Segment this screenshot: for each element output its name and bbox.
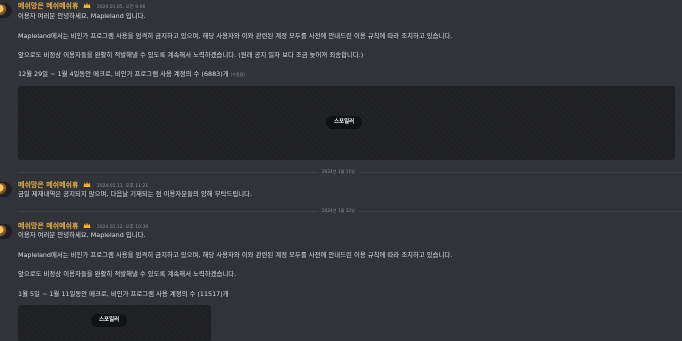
message-line: Mapleland에서는 비인가 프로그램 사용을 엄격히 금지하고 있으며, … [18, 32, 453, 40]
spoiler-button[interactable]: 스포일러 [326, 116, 363, 129]
avatar[interactable] [0, 3, 12, 18]
edited-label: (수정됨) [230, 72, 245, 77]
crown-icon [83, 222, 91, 228]
message-line: Mapleland에서는 비인가 프로그램 사용을 엄격히 금지하고 있으며, … [18, 251, 453, 259]
message-line: 앞으로도 비정상 이용자들을 완활히 적발해낼 수 있도록 계속해서 노력하겠습… [18, 51, 364, 59]
avatar[interactable] [0, 224, 12, 239]
timestamp: 2024.01.11. 오후 11:21 [96, 184, 149, 189]
message-line: 12월 29일 ~ 1월 4일동안 메크로, 비인가 프로그램 사용 계정의 수… [18, 70, 245, 79]
username[interactable]: 메쉬망은 메쉬메쉬휴 [18, 181, 78, 189]
spoiler-button[interactable]: 스포일러 [91, 314, 128, 327]
avatar[interactable] [0, 182, 12, 197]
message-line: 금일 제재내역은 공지되지 않으며, 다음날 기재되는 점 이용자분들의 양해 … [18, 190, 253, 198]
message-line: 1월 5일 ~ 1월 11일동안 메크로, 비인가 프로그램 사용 계정의 수 … [18, 290, 229, 298]
message-header: 메쉬망은 메쉬메쉬휴 2024.01.05. 오전 9:06 [18, 2, 145, 12]
username[interactable]: 메쉬망은 메쉬메쉬휴 [18, 2, 78, 10]
timestamp: 2024.01.05. 오전 9:06 [96, 5, 146, 10]
message-text: 12월 29일 ~ 1월 4일동안 메크로, 비인가 프로그램 사용 계정의 수… [18, 70, 229, 78]
message-line: 이용자 여러분 안녕하세요, Mapleland 입니다. [18, 231, 146, 239]
spoiler-attachment[interactable]: 스포일러 [18, 305, 211, 341]
date-divider-label: 2024년 1월 12일 [318, 208, 359, 214]
spoiler-attachment[interactable]: 스포일러 [18, 86, 675, 160]
message-line: 앞으로도 비정상 이용자들을 완활히 적발해낼 수 있도록 계속해서 노력하겠습… [18, 270, 237, 278]
username[interactable]: 메쉬망은 메쉬메쉬휴 [18, 222, 78, 230]
message-line: 이용자 여러분 안녕하세요, Mapleland 입니다. [18, 12, 146, 20]
crown-icon [83, 2, 91, 8]
timestamp: 2024.01.12. 오후 10:30 [96, 225, 149, 230]
crown-icon [83, 181, 91, 187]
date-divider-label: 2024년 1월 11일 [318, 169, 359, 175]
